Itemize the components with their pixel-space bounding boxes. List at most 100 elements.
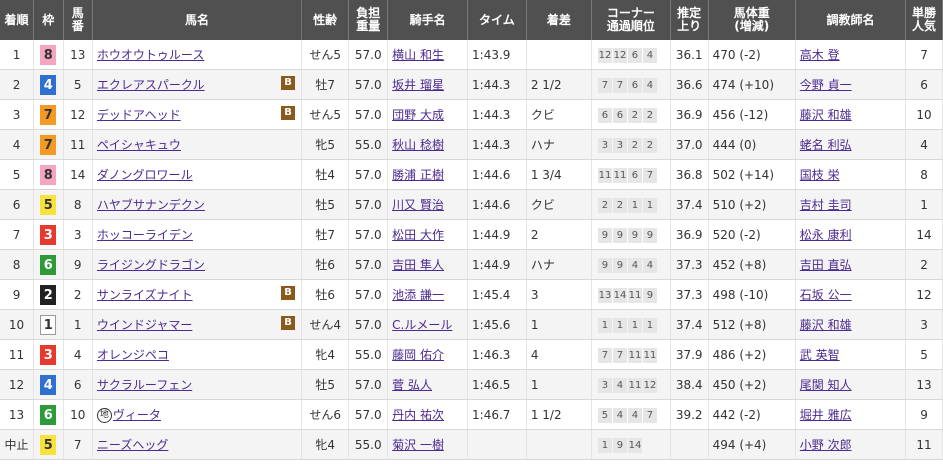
corner-cell: 6622 [591,99,671,130]
corner-position: 9 [612,227,627,243]
jockey-name-link[interactable]: 池添 謙一 [392,288,444,302]
trainer-name-link[interactable]: 藤沢 和雄 [800,318,852,332]
horse-name-link[interactable]: ホッコーライデン [97,228,193,242]
horse-name-link[interactable]: ダノングロワール [97,168,193,182]
corner-position: 3 [612,137,627,153]
table-header: 着順 枠 馬番 馬名 性齢 負担 重量 騎手名 タイム 着差 コーナー 通過順位 推… [0,0,943,40]
trainer-cell: 蛯名 利弘 [795,129,907,160]
horse-cell: ホッコーライデン [92,219,303,250]
horse-name-link[interactable]: サンライズナイト [97,288,193,302]
jockey-cell: 池添 謙一 [387,279,469,310]
jockey-name-link[interactable]: 横山 和生 [392,48,444,62]
horse-name-link[interactable]: ペイシャキュウ [97,138,181,152]
bodyweight-cell: 512 (+8) [708,309,796,340]
horse-name-link[interactable]: サクラルーフェン [97,378,192,392]
horse-name-link[interactable]: オレンジペコ [97,348,169,362]
jockey-name-link[interactable]: 菅 弘人 [392,378,432,392]
horse-name-link[interactable]: ニーズヘッグ [97,438,168,452]
trainer-name-link[interactable]: 高木 登 [800,48,840,62]
trainer-name-link[interactable]: 尾関 知人 [800,378,852,392]
horse-name-link[interactable]: エクレアスパークル [97,78,205,92]
jockey-name-link[interactable]: 秋山 稔樹 [392,138,444,152]
jockey-name-link[interactable]: 川又 賢治 [392,198,444,212]
jockey-cell: 坂井 瑠星 [387,69,469,100]
blinker-icon: B [281,286,296,300]
umaban-cell: 6 [63,369,93,400]
jockey-name-link[interactable]: 吉田 隼人 [392,258,444,272]
waku-cell: 7 [33,99,64,130]
jockey-name-link[interactable]: 坂井 瑠星 [392,78,444,92]
jockey-name-link[interactable]: 藤岡 佑介 [392,348,444,362]
trainer-name-link[interactable]: 武 英智 [800,348,840,362]
horse-name-link[interactable]: ヴィータ [113,408,161,422]
horse-name-link[interactable]: ホウオウトゥルース [97,48,204,62]
corner-position: 6 [597,107,612,123]
bodyweight-cell: 502 (+14) [708,159,796,190]
sexage-cell: せん5 [301,99,350,130]
trainer-cell: 藤沢 和雄 [795,309,907,340]
horse-name-link[interactable]: ウインドジャマー [97,318,192,332]
rank-cell: 4 [0,129,35,160]
jockey-name-link[interactable]: 丹内 祐次 [392,408,444,422]
trainer-cell: 国枝 栄 [795,159,907,190]
horse-name-link[interactable]: ライジングドラゴン [97,258,205,272]
corner-position: 7 [597,77,612,93]
trainer-cell: 今野 貞一 [795,69,907,100]
jockey-name-link[interactable]: 勝浦 正樹 [392,168,444,182]
table-row: 11 3 4 オレンジペコ 牝4 55.0 藤岡 佑介 1:46.3 4 7 7 11 11 37.9 48… [0,339,943,370]
corner-position: 2 [612,197,627,213]
header-margin: 着差 [526,0,592,40]
corner-position: 2 [642,107,657,123]
trainer-name-link[interactable]: 石坂 公一 [800,288,852,302]
corner-position: 6 [627,77,642,93]
trainer-name-link[interactable]: 吉田 直弘 [800,258,852,272]
waku-cell: 2 [33,279,64,310]
header-weight: 負担 重量 [348,0,389,40]
waku-cell: 8 [33,159,64,190]
rank-cell: 13 [0,399,35,430]
jockey-name-link[interactable]: C.ルメール [392,318,452,332]
jockey-name-link[interactable]: 松田 大作 [392,228,444,242]
last3f-cell: 37.3 [670,279,709,310]
margin-cell: 4 [526,339,592,370]
corner-position: 5 [597,407,612,423]
sexage-cell: 牡7 [301,219,350,250]
waku-badge: 4 [40,374,57,395]
corner-position: 14 [627,437,642,453]
corner-position: 3 [597,137,612,153]
time-cell: 1:45.4 [467,279,527,310]
trainer-name-link[interactable]: 蛯名 利弘 [800,138,852,152]
weight-cell: 57.0 [348,279,389,310]
trainer-name-link[interactable]: 吉村 圭司 [800,198,852,212]
sexage-cell: 牡4 [301,159,350,190]
jockey-name-link[interactable]: 団野 大成 [392,108,444,122]
umaban-cell: 14 [63,159,93,190]
umaban-cell: 3 [63,219,93,250]
trainer-name-link[interactable]: 藤沢 和雄 [800,108,852,122]
trainer-name-link[interactable]: 今野 貞一 [800,78,852,92]
table-row: 6 5 8 ハヤブサナンデクン 牡5 57.0 川又 賢治 1:44.6 クビ 2 2 1 1 37.4 5… [0,189,943,220]
trainer-cell: 高木 登 [795,40,907,70]
corner-position: 11 [642,347,657,363]
rank-cell: 8 [0,249,35,280]
horse-name-link[interactable]: デッドアヘッド [97,108,181,122]
time-cell: 1:44.3 [467,129,527,160]
trainer-cell: 尾関 知人 [795,369,907,400]
waku-badge: 4 [40,74,57,95]
jockey-name-link[interactable]: 菊沢 一樹 [392,438,444,452]
horse-name-link[interactable]: ハヤブサナンデクン [97,198,205,212]
corner-position: 6 [612,107,627,123]
corner-cell: 7 7 11 11 [591,339,671,370]
corner-cell: 9999 [591,219,671,250]
rank-cell: 2 [0,69,35,100]
corner-position: 4 [612,407,627,423]
time-cell: 1:44.3 [467,99,527,130]
time-cell: 1:44.9 [467,249,527,280]
trainer-name-link[interactable]: 松永 康利 [800,228,852,242]
trainer-name-link[interactable]: 小野 次郎 [800,438,852,452]
popularity-cell: 8 [905,159,943,190]
corner-cell: 13 14 11 9 [591,279,671,310]
corner-position: 2 [642,137,657,153]
trainer-name-link[interactable]: 堀井 雅広 [800,408,852,422]
trainer-name-link[interactable]: 国枝 栄 [800,168,840,182]
